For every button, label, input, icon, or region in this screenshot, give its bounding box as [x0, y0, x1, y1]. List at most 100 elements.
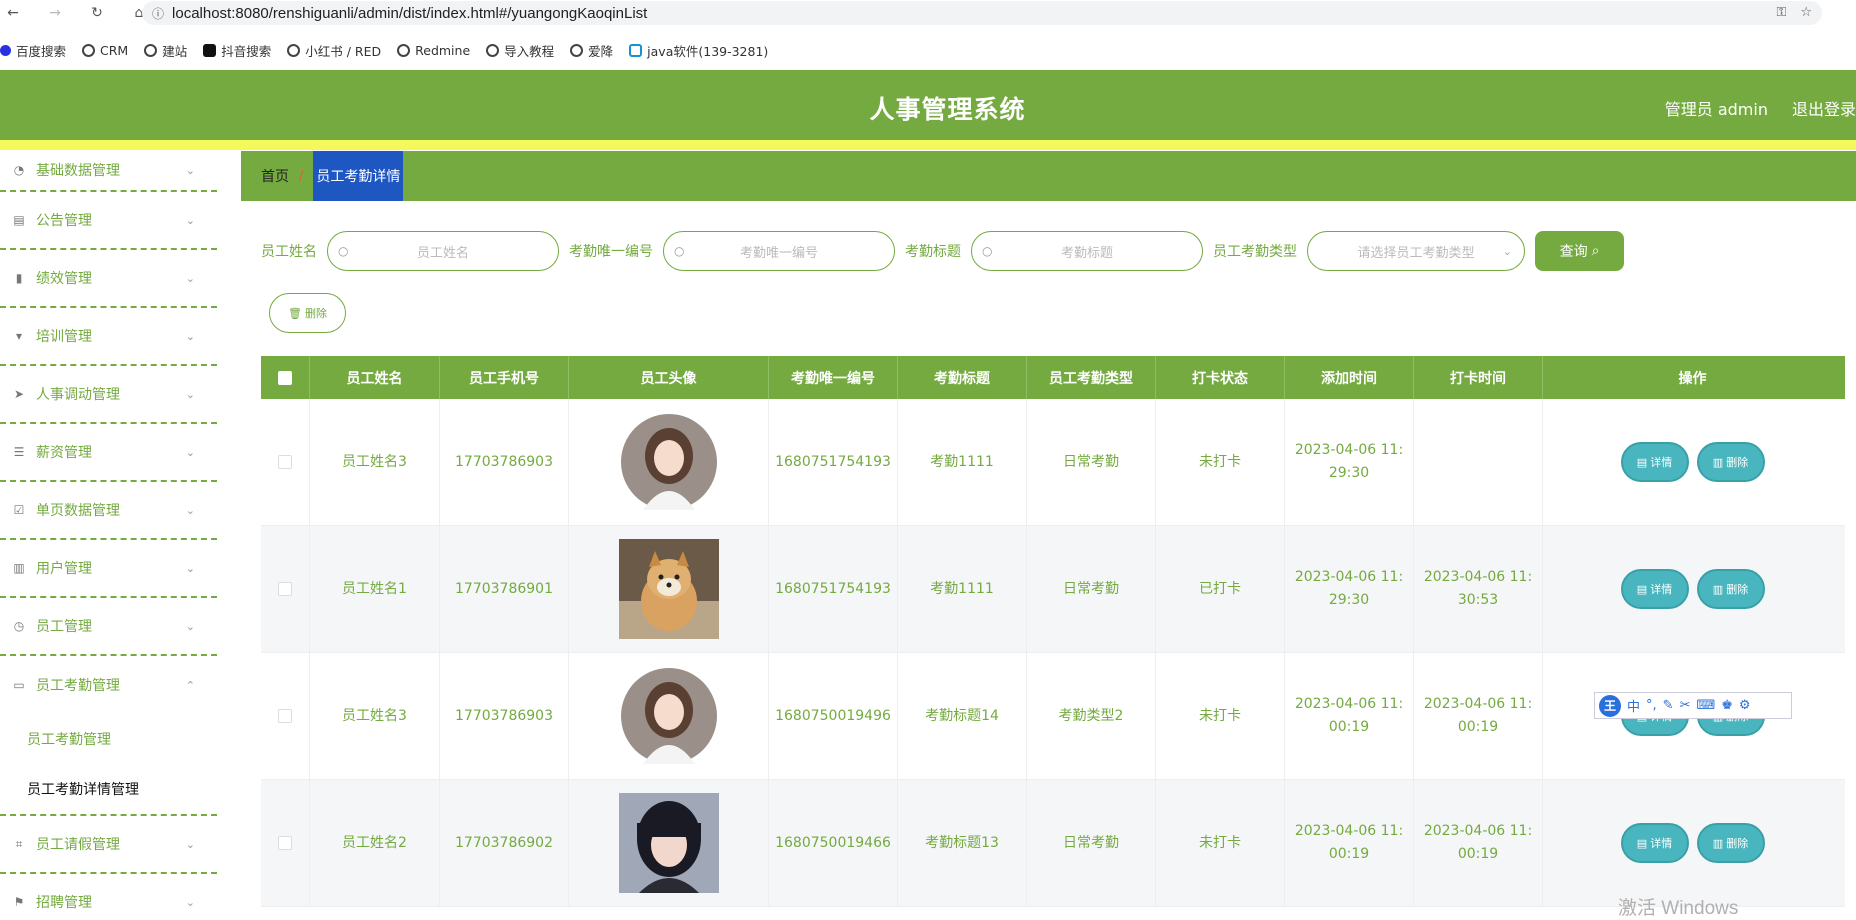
chevron-down-icon: ⌄	[185, 837, 195, 851]
chevron-down-icon: ⌄	[185, 561, 195, 575]
gear-icon[interactable]: ⚙	[1739, 698, 1751, 713]
delete-button[interactable]: ▥删除	[1696, 442, 1765, 482]
actions-cell: ▤详情 ▥删除	[1543, 399, 1842, 525]
delete-button[interactable]: ▥删除	[1696, 569, 1765, 609]
column-header: 操作	[1678, 370, 1707, 387]
info-icon[interactable]: ⓘ	[152, 5, 164, 22]
sidebar-item-employees[interactable]: ◷ 员工管理 ⌄	[0, 598, 217, 656]
tv-icon	[629, 43, 643, 57]
actions-cell: ▤详情 ▥删除	[1543, 526, 1842, 652]
column-header: 打卡状态	[1156, 356, 1285, 399]
title-label: 考勤标题	[905, 244, 961, 260]
avatar	[620, 414, 717, 510]
checklist-icon: ☑	[13, 503, 25, 517]
ime-toolbar[interactable]: 王 中 °, ✎ ✂ ⌨ ♚ ⚙	[1594, 692, 1792, 719]
row-checkbox[interactable]	[278, 455, 292, 469]
ime-logo-icon[interactable]: 王	[1599, 694, 1621, 717]
dashboard-icon: ◔	[13, 163, 25, 177]
sidebar-item-single-page[interactable]: ☑ 单页数据管理 ⌄	[0, 482, 217, 540]
current-user: 管理员 admin	[1664, 100, 1768, 119]
type-select[interactable]: 请选择员工考勤类型 ⌄	[1307, 231, 1525, 271]
trash-icon: ▥	[1712, 582, 1724, 596]
address-bar[interactable]: ⓘ localhost:8080/renshiguanli/admin/dist…	[142, 1, 1822, 25]
app-header: 人事管理系统 管理员 admin 退出登录	[0, 70, 1856, 140]
sidebar-item-salary[interactable]: ☰ 薪资管理 ⌄	[0, 424, 217, 482]
employee-phone: 17703786901	[440, 526, 569, 652]
avatar	[620, 668, 717, 764]
punch-time	[1414, 399, 1543, 525]
bookmark-import-tutorial[interactable]: 导入教程	[486, 41, 554, 60]
row-checkbox[interactable]	[278, 709, 292, 723]
row-checkbox[interactable]	[278, 836, 292, 850]
forward-icon[interactable]: →	[44, 2, 66, 24]
sidebar-item-performance[interactable]: ▮ 绩效管理 ⌄	[0, 250, 217, 308]
batch-delete-button[interactable]: 🗑 删除	[269, 293, 346, 333]
avatar-cell	[569, 653, 769, 779]
detail-button[interactable]: ▤详情	[1620, 823, 1689, 863]
bookmark-baidu[interactable]: 百度搜索	[0, 41, 66, 60]
detail-button[interactable]: ▤详情	[1620, 569, 1689, 609]
title-search-input[interactable]: ○ 考勤标题	[971, 231, 1203, 271]
attendance-type: 考勤类型2	[1027, 653, 1156, 779]
globe-icon	[82, 43, 96, 57]
query-button[interactable]: 查询 ⌕	[1535, 231, 1624, 271]
actions-cell: ▤详情 ▥删除	[1543, 780, 1842, 906]
ime-language-toggle[interactable]: 中	[1627, 696, 1640, 715]
row-checkbox[interactable]	[278, 582, 292, 596]
tiktok-icon	[203, 43, 217, 57]
keyboard-icon[interactable]: ⌨	[1696, 698, 1715, 713]
chevron-down-icon: ⌄	[185, 619, 195, 633]
attendance-uid: 1680750019466	[769, 780, 898, 906]
sidebar-item-leave[interactable]: ⌗ 员工请假管理 ⌄	[0, 816, 217, 874]
app-title: 人事管理系统	[869, 95, 1026, 124]
attendance-table: 员工姓名 员工手机号 员工头像 考勤唯一编号 考勤标题 员工考勤类型 打卡状态 …	[261, 356, 1845, 907]
breadcrumb-separator: /	[299, 168, 304, 184]
employee-name: 员工姓名3	[310, 399, 440, 525]
back-icon[interactable]: ←	[2, 2, 24, 24]
bookmark-jianzhan[interactable]: 建站	[144, 41, 187, 60]
send-icon: ➤	[13, 387, 25, 401]
scissors-icon[interactable]: ✂	[1680, 698, 1691, 713]
bookmark-aijiang[interactable]: 爱降	[570, 41, 613, 60]
delete-button[interactable]: ▥删除	[1696, 823, 1765, 863]
key-icon[interactable]: ⚿	[1776, 5, 1786, 20]
added-time: 2023-04-06 11: 29:30	[1285, 526, 1414, 652]
globe-icon	[144, 43, 158, 57]
sidebar-item-transfer[interactable]: ➤ 人事调动管理 ⌄	[0, 366, 217, 424]
bookmark-douyin[interactable]: 抖音搜索	[203, 41, 271, 60]
uid-search-input[interactable]: ○ 考勤唯一编号	[663, 231, 895, 271]
bookmark-crm[interactable]: CRM	[82, 43, 128, 58]
skin-icon[interactable]: ♚	[1721, 698, 1733, 713]
breadcrumb-home[interactable]: 首页	[261, 166, 289, 186]
employee-name: 员工姓名3	[310, 653, 440, 779]
sidebar-item-announcements[interactable]: ▤ 公告管理 ⌄	[0, 192, 217, 250]
column-header: 员工姓名	[310, 356, 440, 399]
table-row: 员工姓名1 17703786901 1680751754193 考勤1111 日…	[261, 526, 1845, 653]
sidebar-item-users[interactable]: ▥ 用户管理 ⌄	[0, 540, 217, 598]
sidebar-subitem-attendance-detail[interactable]: 员工考勤详情管理	[0, 764, 217, 814]
select-all-checkbox[interactable]	[278, 370, 292, 385]
bar-chart-icon: ▥	[13, 561, 25, 575]
table-row: 员工姓名3 17703786903 1680751754193 考勤1111 日…	[261, 399, 1845, 526]
star-icon[interactable]: ☆	[1800, 5, 1812, 20]
employee-phone: 17703786903	[440, 399, 569, 525]
sidebar-item-attendance[interactable]: ▭ 员工考勤管理 ⌃	[0, 656, 217, 714]
pen-icon[interactable]: ✎	[1663, 698, 1674, 713]
sidebar-item-training[interactable]: ▾ 培训管理 ⌄	[0, 308, 217, 366]
name-search-input[interactable]: ○ 员工姓名	[327, 231, 559, 271]
detail-button[interactable]: ▤详情	[1620, 442, 1689, 482]
clock-icon: ◷	[13, 619, 25, 633]
search-form: 员工姓名 ○ 员工姓名 考勤唯一编号 ○ 考勤唯一编号 考勤标题 ○ 考勤标题 …	[261, 231, 1624, 271]
bookmark-java[interactable]: java软件(139-3281)	[629, 41, 768, 60]
punctuation-icon[interactable]: °,	[1646, 698, 1657, 713]
punch-status: 未打卡	[1156, 399, 1285, 525]
bookmark-xiaohongshu[interactable]: 小红书 / RED	[287, 41, 381, 60]
sidebar-subitem-attendance[interactable]: 员工考勤管理	[0, 714, 217, 764]
reload-icon[interactable]: ↻	[86, 2, 108, 24]
sidebar-item-recruitment[interactable]: ⚑ 招聘管理 ⌄	[0, 874, 217, 920]
column-header: 添加时间	[1285, 356, 1414, 399]
name-label: 员工姓名	[261, 244, 317, 260]
sidebar-item-basic-data[interactable]: ◔ 基础数据管理 ⌄	[0, 150, 217, 192]
bookmark-redmine[interactable]: Redmine	[397, 43, 470, 58]
logout-link[interactable]: 退出登录	[1792, 96, 1856, 120]
